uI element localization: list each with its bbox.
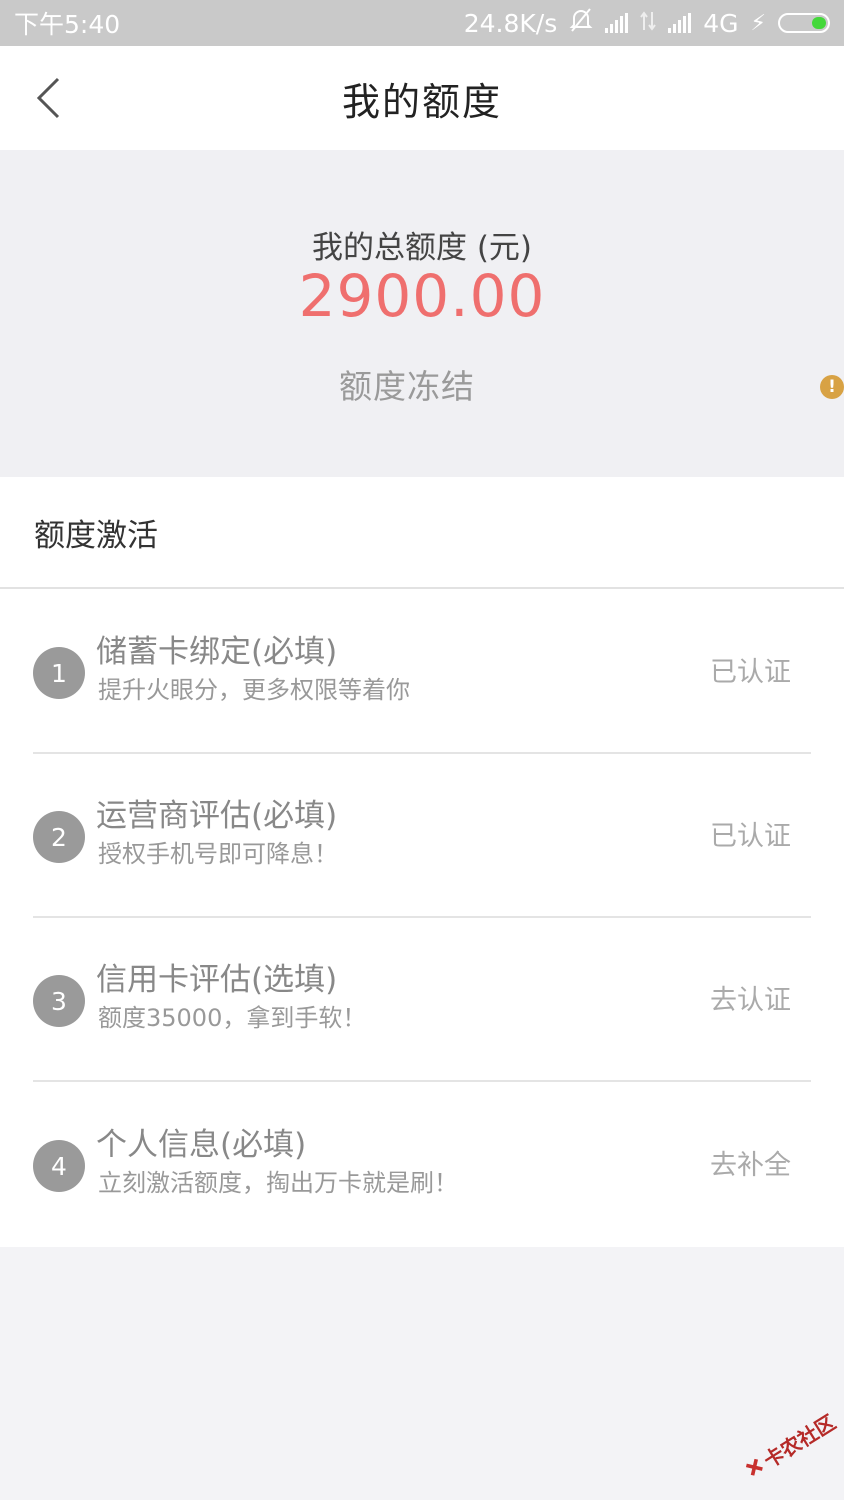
task-status: 已认证 <box>710 657 791 688</box>
step-badge: 4 <box>33 1140 85 1192</box>
activation-card: 额度激活 1 储蓄卡绑定(必填) 提升火眼分，更多权限等着你 已认证 2 运营商… <box>0 477 844 1247</box>
battery-icon <box>778 13 830 33</box>
task-status: 去认证 <box>710 985 791 1016</box>
chevron-left-icon <box>36 77 60 119</box>
charging-icon: ⚡ <box>750 10 766 36</box>
status-indicators: 24.8K/s 4G ⚡ <box>464 7 830 39</box>
step-badge: 1 <box>33 647 85 699</box>
network-type: 4G <box>703 8 739 38</box>
task-status: 已认证 <box>710 821 791 852</box>
task-row-carrier[interactable]: 2 运营商评估(必填) 授权手机号即可降息！ 已认证 <box>0 754 844 918</box>
watermark: 卡农社区 <box>729 1389 844 1500</box>
section-header: 额度激活 <box>0 477 844 589</box>
network-speed: 24.8K/s <box>463 8 558 38</box>
task-desc: 授权手机号即可降息！ <box>98 840 338 868</box>
data-arrows-icon <box>640 9 657 38</box>
quota-status: 额度冻结 <box>339 367 475 406</box>
status-time: 下午5:40 <box>14 10 121 39</box>
step-badge: 3 <box>33 975 85 1027</box>
task-row-personal-info[interactable]: 4 个人信息(必填) 立刻激活额度，掏出万卡就是刷！ 去补全 <box>0 1083 844 1247</box>
task-row-credit-card[interactable]: 3 信用卡评估(选填) 额度35000，拿到手软！ 去认证 <box>0 918 844 1082</box>
quota-amount: 2900.00 <box>298 262 546 330</box>
nav-bar: 我的额度 <box>0 46 844 150</box>
task-title: 运营商评估(必填) <box>96 798 338 834</box>
step-badge: 2 <box>33 811 85 863</box>
task-desc: 额度35000，拿到手软！ <box>98 1004 367 1032</box>
task-desc: 提升火眼分，更多权限等着你 <box>98 676 410 704</box>
quota-panel: 我的总额度 (元) 2900.00 额度冻结 ! <box>0 150 844 477</box>
warning-icon[interactable]: ! <box>820 375 844 399</box>
page-title: 我的额度 <box>341 79 502 124</box>
mute-bell-icon <box>569 7 593 39</box>
task-row-debit-card[interactable]: 1 储蓄卡绑定(必填) 提升火眼分，更多权限等着你 已认证 <box>0 590 844 754</box>
signal-icon-2 <box>668 13 692 33</box>
watermark-text: 卡农社区 <box>758 1409 840 1473</box>
back-button[interactable] <box>24 70 72 126</box>
row-divider <box>33 1080 811 1082</box>
task-title: 储蓄卡绑定(必填) <box>96 634 338 670</box>
status-bar: 下午5:40 24.8K/s 4G ⚡ <box>0 0 844 46</box>
quota-label: 我的总额度 (元) <box>311 230 533 266</box>
task-desc: 立刻激活额度，掏出万卡就是刷！ <box>98 1169 458 1197</box>
signal-icon <box>605 13 629 33</box>
task-title: 个人信息(必填) <box>96 1127 307 1163</box>
task-title: 信用卡评估(选填) <box>96 962 338 998</box>
task-status: 去补全 <box>710 1150 791 1181</box>
